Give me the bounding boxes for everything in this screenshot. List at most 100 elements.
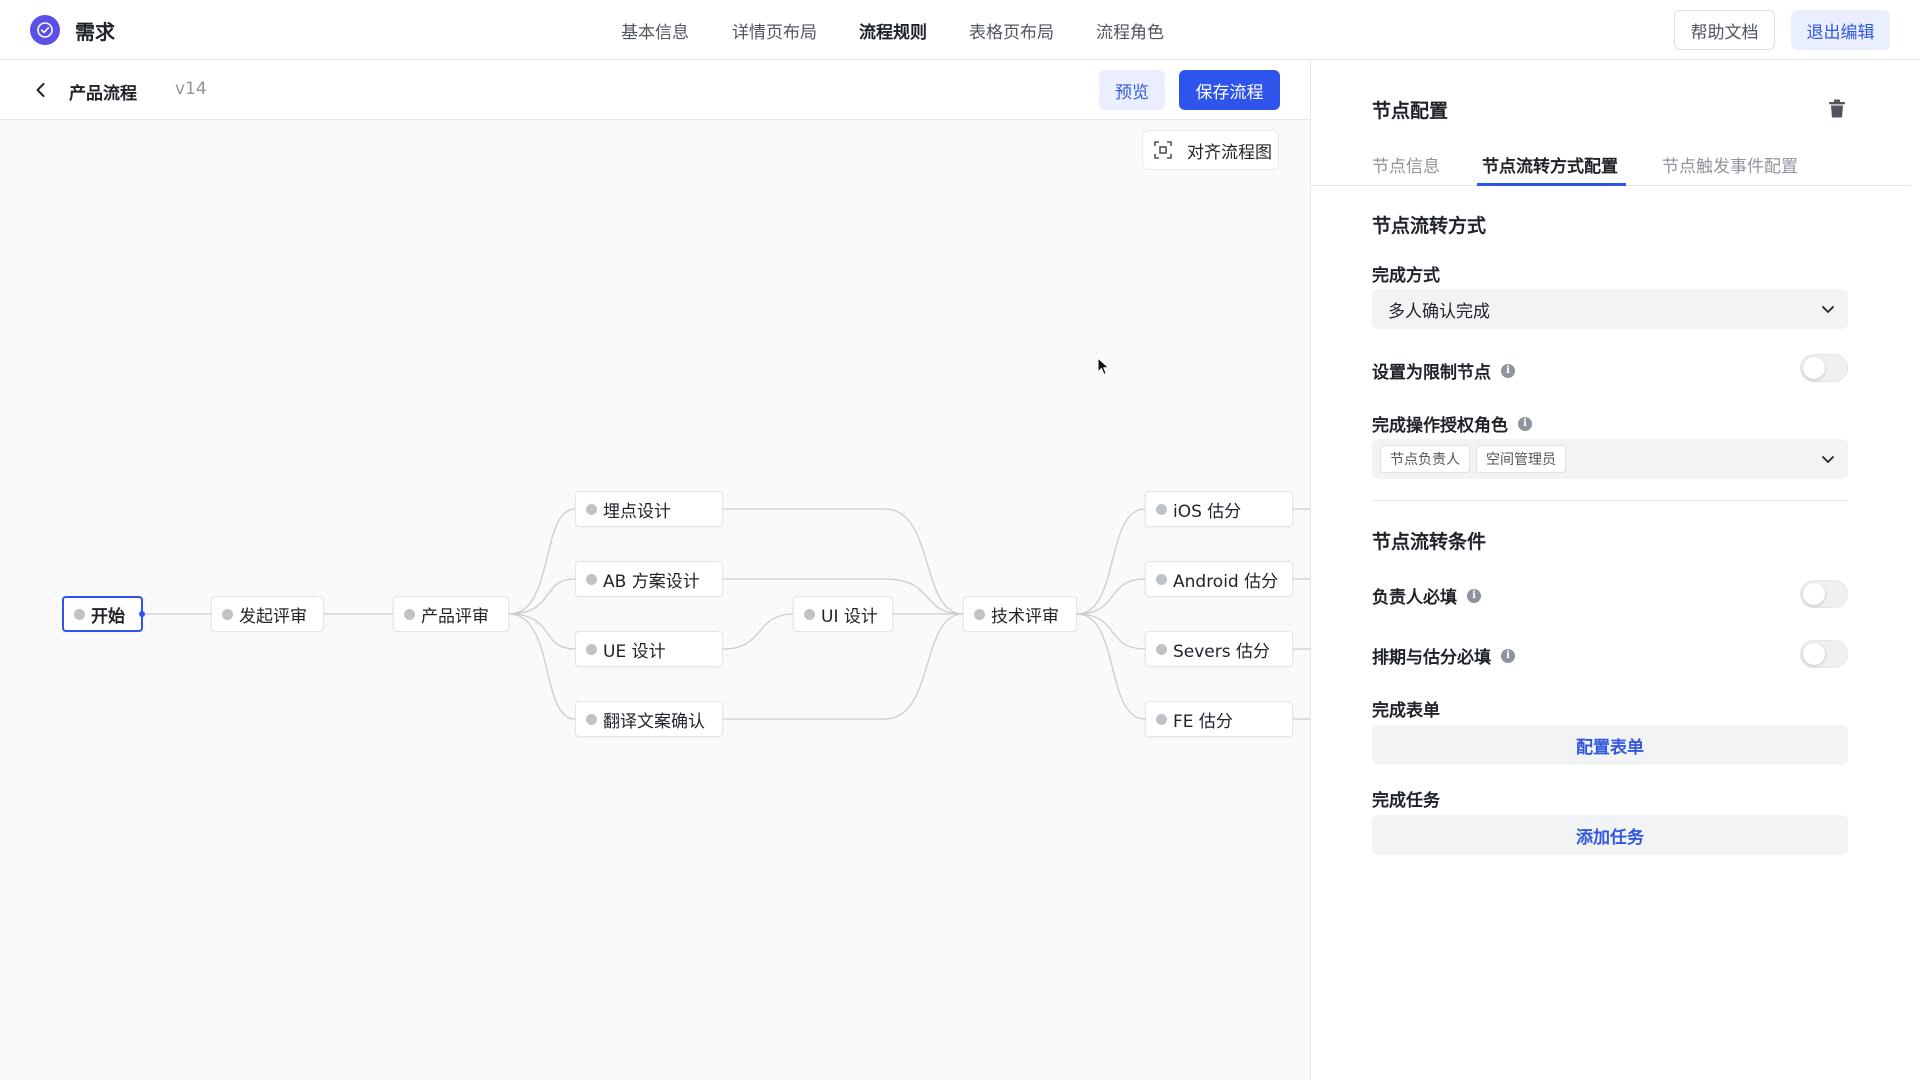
flow-node-tech-review[interactable]: 技术评审 <box>963 596 1077 632</box>
node-label: Android 估分 <box>1173 571 1279 592</box>
add-task-button[interactable]: 添加任务 <box>1372 815 1848 855</box>
help-docs-button[interactable]: 帮助文档 <box>1674 10 1775 50</box>
node-label: AB 方案设计 <box>603 571 700 592</box>
node-status-dot <box>804 608 815 620</box>
node-status-dot <box>1156 713 1167 725</box>
tab-detail-layout[interactable]: 详情页布局 <box>732 18 817 43</box>
flow-node-ui-design[interactable]: UI 设计 <box>793 596 893 632</box>
flow-edges <box>143 508 1310 720</box>
schedule-required-label-text: 排期与估分必填 <box>1372 648 1491 668</box>
tab-node-info[interactable]: 节点信息 <box>1372 152 1440 177</box>
tab-flow-rules[interactable]: 流程规则 <box>859 18 927 43</box>
main-tabs: 基本信息 详情页布局 流程规则 表格页布局 流程角色 <box>0 0 1920 60</box>
panel-title: 节点配置 <box>1372 100 1449 122</box>
info-icon[interactable]: i <box>1467 588 1481 603</box>
tab-node-trigger-config[interactable]: 节点触发事件配置 <box>1662 152 1798 177</box>
owner-required-label: 负责人必填 i <box>1372 583 1481 608</box>
node-status-dot <box>586 643 597 655</box>
node-status-dot <box>404 608 415 620</box>
node-status-dot <box>74 608 85 620</box>
exit-edit-button[interactable]: 退出编辑 <box>1791 10 1890 50</box>
flow-node-start[interactable]: 开始 <box>62 596 145 632</box>
tab-flow-roles[interactable]: 流程角色 <box>1096 18 1164 43</box>
role-chip-node-owner[interactable]: 节点负责人 <box>1380 445 1470 473</box>
node-status-dot <box>1156 503 1167 515</box>
flow-version: v14 <box>175 79 207 99</box>
save-flow-button[interactable]: 保存流程 <box>1179 70 1280 110</box>
flow-name: 产品流程 <box>69 84 137 104</box>
restrict-node-label: 设置为限制节点 i <box>1372 358 1515 383</box>
restrict-node-toggle[interactable] <box>1800 354 1848 382</box>
complete-mode-select[interactable]: 多人确认完成 <box>1372 289 1848 329</box>
role-chip-space-admin[interactable]: 空间管理员 <box>1476 445 1566 473</box>
conditions-section-title: 节点流转条件 <box>1372 531 1487 553</box>
info-icon[interactable]: i <box>1518 416 1532 431</box>
info-icon[interactable]: i <box>1501 648 1515 663</box>
tab-table-layout[interactable]: 表格页布局 <box>969 18 1054 43</box>
chevron-down-icon <box>1822 456 1834 463</box>
roles-label: 完成操作授权角色 i <box>1372 411 1532 436</box>
node-label: 产品评审 <box>421 606 489 627</box>
check-circle-icon[interactable] <box>30 15 60 45</box>
node-config-panel: 节点配置 节点信息 节点流转方式配置 节点触发事件配置 节点流转方式 完成方式 … <box>1310 60 1920 1080</box>
complete-form-label: 完成表单 <box>1372 696 1440 721</box>
roles-label-text: 完成操作授权角色 <box>1372 416 1508 436</box>
active-tab-indicator <box>1477 183 1626 186</box>
node-label: 发起评审 <box>239 606 307 627</box>
node-status-dot <box>586 503 597 515</box>
tab-basic-info[interactable]: 基本信息 <box>621 18 689 43</box>
node-status-dot <box>586 713 597 725</box>
node-label: 开始 <box>91 606 125 627</box>
node-label: Severs 估分 <box>1173 641 1271 662</box>
complete-task-label: 完成任务 <box>1372 786 1440 811</box>
flow-node-ios-estimate[interactable]: iOS 估分 <box>1145 491 1293 527</box>
transition-section-title: 节点流转方式 <box>1372 215 1487 237</box>
section-divider <box>1372 500 1848 501</box>
node-label: iOS 估分 <box>1173 501 1242 522</box>
complete-form-label-text: 完成表单 <box>1372 701 1440 721</box>
node-label: 翻译文案确认 <box>603 711 705 732</box>
preview-button[interactable]: 预览 <box>1099 70 1165 110</box>
flow-node-ab-design[interactable]: AB 方案设计 <box>575 561 723 597</box>
trash-icon[interactable] <box>1828 99 1846 119</box>
flow-node-fe-estimate[interactable]: FE 估分 <box>1145 701 1293 737</box>
chevron-down-icon <box>1822 306 1834 313</box>
tab-node-transition-config[interactable]: 节点流转方式配置 <box>1482 152 1618 177</box>
node-label: 技术评审 <box>991 606 1059 627</box>
app-title: 需求 <box>75 20 115 44</box>
flow-header: 产品流程 v14 预览 保存流程 <box>0 60 1310 120</box>
flow-node-tracking-design[interactable]: 埋点设计 <box>575 491 723 527</box>
flow-node-severs-estimate[interactable]: Severs 估分 <box>1145 631 1293 667</box>
mouse-cursor-icon <box>1097 357 1110 376</box>
node-label: UI 设计 <box>821 606 878 627</box>
flow-node-product-review[interactable]: 产品评审 <box>393 596 509 632</box>
flow-canvas[interactable]: 对齐流程图 开始 发起评审 产品评审 埋点设计 AB 方案设计 UE 设计 翻译… <box>0 120 1310 1080</box>
flow-node-ue-design[interactable]: UE 设计 <box>575 631 723 667</box>
node-status-dot <box>586 573 597 585</box>
configure-form-button[interactable]: 配置表单 <box>1372 725 1848 765</box>
complete-task-label-text: 完成任务 <box>1372 791 1440 811</box>
node-status-dot <box>1156 643 1167 655</box>
roles-select[interactable]: 节点负责人 空间管理员 <box>1372 439 1848 479</box>
complete-mode-label-text: 完成方式 <box>1372 266 1440 286</box>
node-label: FE 估分 <box>1173 711 1233 732</box>
flow-node-translation-confirm[interactable]: 翻译文案确认 <box>575 701 723 737</box>
info-icon[interactable]: i <box>1501 363 1515 378</box>
flow-node-android-estimate[interactable]: Android 估分 <box>1145 561 1293 597</box>
node-status-dot <box>1156 573 1167 585</box>
node-status-dot <box>974 608 985 620</box>
owner-required-label-text: 负责人必填 <box>1372 588 1457 608</box>
restrict-node-label-text: 设置为限制节点 <box>1372 363 1491 383</box>
schedule-required-label: 排期与估分必填 i <box>1372 643 1515 668</box>
chevron-left-icon[interactable] <box>30 79 52 101</box>
panel-tabs: 节点信息 节点流转方式配置 节点触发事件配置 <box>1311 150 1911 186</box>
node-label: 埋点设计 <box>603 501 671 522</box>
owner-required-toggle[interactable] <box>1800 580 1848 608</box>
node-status-dot <box>222 608 233 620</box>
complete-mode-value: 多人确认完成 <box>1388 301 1490 322</box>
complete-mode-label: 完成方式 <box>1372 261 1440 286</box>
schedule-required-toggle[interactable] <box>1800 640 1848 668</box>
top-bar: 需求 基本信息 详情页布局 流程规则 表格页布局 流程角色 帮助文档 退出编辑 <box>0 0 1920 60</box>
flow-node-initiate-review[interactable]: 发起评审 <box>211 596 324 632</box>
node-label: UE 设计 <box>603 641 666 662</box>
